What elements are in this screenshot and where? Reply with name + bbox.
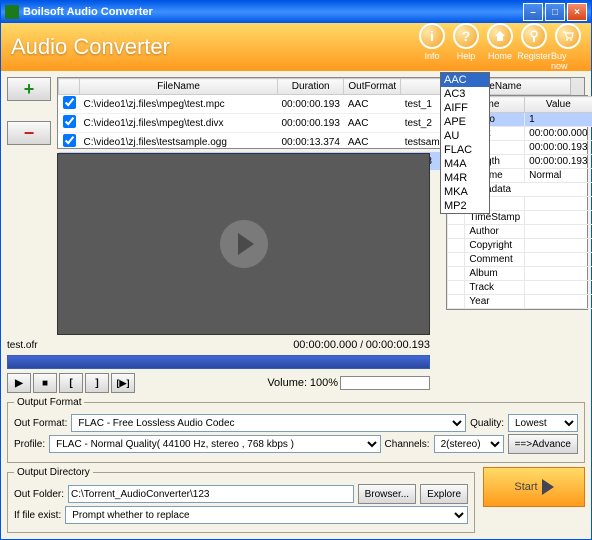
row-checkbox[interactable] <box>63 96 76 109</box>
quality-select[interactable]: Lowest <box>508 414 578 432</box>
cart-icon <box>561 29 575 43</box>
format-option[interactable]: AIFF <box>441 101 489 115</box>
row-checkbox[interactable] <box>63 115 76 128</box>
seek-bar[interactable] <box>7 355 430 369</box>
app-window: Boilsoft Audio Converter – □ × Audio Con… <box>0 0 592 540</box>
output-directory-group: Output Directory Out Folder: Browser... … <box>7 467 475 533</box>
explore-button[interactable]: Explore <box>420 484 468 504</box>
advance-button[interactable]: ==>Advance <box>508 434 578 454</box>
home-button[interactable]: Home <box>483 23 517 71</box>
channels-select[interactable]: 2(stereo) <box>434 435 504 453</box>
help-button[interactable]: ?Help <box>449 23 483 71</box>
outfolder-label: Out Folder: <box>14 489 64 500</box>
outformat-label: Out Format: <box>14 418 67 429</box>
outformat-select[interactable]: FLAC - Free Lossless Audio Codec <box>71 414 466 432</box>
titlebar[interactable]: Boilsoft Audio Converter – □ × <box>1 1 591 23</box>
format-option[interactable]: M4R <box>441 171 489 185</box>
add-file-button[interactable]: + <box>7 77 51 101</box>
prop-row[interactable]: Comment <box>448 253 592 267</box>
minimize-button[interactable]: – <box>523 3 543 21</box>
format-option[interactable]: APE <box>441 115 489 129</box>
preview-panel[interactable] <box>57 153 430 335</box>
buy-button[interactable]: Buy now <box>551 23 585 71</box>
format-option[interactable]: AU <box>441 129 489 143</box>
play-icon <box>238 233 254 255</box>
close-button[interactable]: × <box>567 3 587 21</box>
titlebar-text: Boilsoft Audio Converter <box>23 6 521 18</box>
stop-button[interactable]: ■ <box>33 373 57 393</box>
channels-label: Channels: <box>385 439 430 450</box>
play-icon <box>542 479 554 495</box>
ifexist-select[interactable]: Prompt whether to replace <box>65 506 468 524</box>
format-option[interactable]: MKA <box>441 185 489 199</box>
format-option[interactable]: AAC <box>441 73 489 87</box>
prop-row[interactable]: Album <box>448 267 592 281</box>
outfolder-input[interactable] <box>68 485 354 503</box>
profile-select[interactable]: FLAC - Normal Quality( 44100 Hz, stereo … <box>49 435 380 453</box>
ifexist-label: If file exist: <box>14 510 61 521</box>
mark-out-button[interactable]: ] <box>85 373 109 393</box>
app-title: Audio Converter <box>11 34 415 60</box>
format-option[interactable]: AC3 <box>441 87 489 101</box>
maximize-button[interactable]: □ <box>545 3 565 21</box>
format-option[interactable]: M4A <box>441 157 489 171</box>
file-table-header: FileName Duration OutFormat OutFileName <box>59 79 584 95</box>
play-button[interactable]: ▶ <box>7 373 31 393</box>
header-buttons: iInfo ?Help Home Register Buy now <box>415 23 585 71</box>
prop-row[interactable]: Track <box>448 281 592 295</box>
quality-label: Quality: <box>470 418 504 429</box>
home-icon <box>493 29 507 43</box>
profile-label: Profile: <box>14 439 45 450</box>
main-area: + − FileName Duration OutFormat OutFileN… <box>1 71 591 539</box>
volume-slider[interactable] <box>340 376 430 390</box>
key-icon <box>527 29 541 43</box>
browser-button[interactable]: Browser... <box>358 484 416 504</box>
header: Audio Converter iInfo ?Help Home Registe… <box>1 23 591 71</box>
start-button[interactable]: Start <box>483 467 585 507</box>
volume-label: Volume: 100% <box>267 377 338 389</box>
output-format-group: Output Format Out Format: FLAC - Free Lo… <box>7 397 585 463</box>
register-button[interactable]: Register <box>517 23 551 71</box>
prop-row[interactable]: Copyright <box>448 239 592 253</box>
current-file-label: test.ofr <box>7 340 38 351</box>
format-option[interactable]: FLAC <box>441 143 489 157</box>
play-overlay-button[interactable] <box>220 220 268 268</box>
prop-row[interactable]: Author <box>448 225 592 239</box>
info-button[interactable]: iInfo <box>415 23 449 71</box>
remove-file-button[interactable]: − <box>7 121 51 145</box>
row-checkbox[interactable] <box>63 134 76 147</box>
prop-row[interactable]: Year <box>448 295 592 309</box>
mark-in-button[interactable]: [ <box>59 373 83 393</box>
time-display: 00:00:00.000 / 00:00:00.193 <box>293 339 430 351</box>
range-button[interactable]: [▶] <box>111 373 135 393</box>
format-dropdown-list[interactable]: AAC AC3 AIFF APE AU FLAC M4A M4R MKA MP2 <box>440 72 490 214</box>
format-option[interactable]: MP2 <box>441 199 489 213</box>
app-icon <box>5 5 19 19</box>
